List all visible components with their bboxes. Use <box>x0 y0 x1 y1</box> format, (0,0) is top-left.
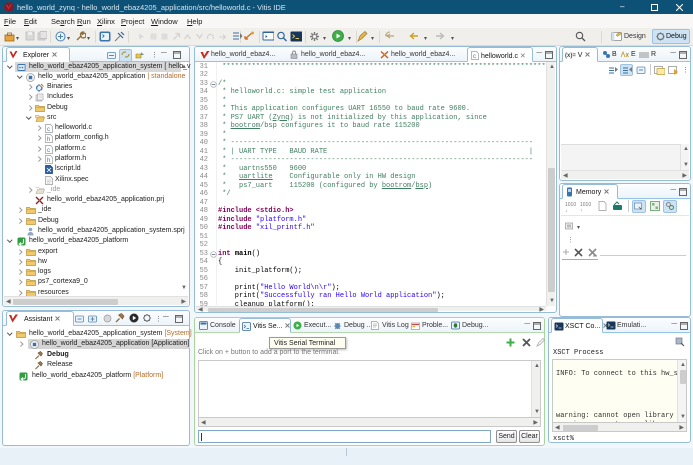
svg-text:c: c <box>47 127 50 133</box>
svg-text:c: c <box>473 54 476 60</box>
svg-text:h: h <box>47 158 50 164</box>
svg-text:c: c <box>47 148 50 154</box>
svg-text:h: h <box>47 137 50 143</box>
